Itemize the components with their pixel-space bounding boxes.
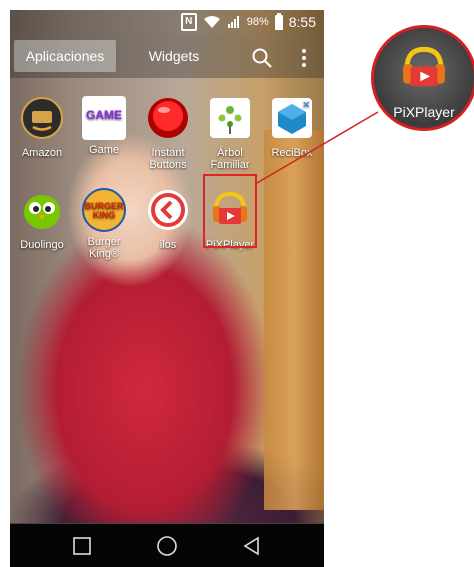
callout-label: PiXPlayer [393,104,455,120]
pixplayer-zoom-callout: PiXPlayer [371,25,474,131]
pixplayer-icon [403,46,445,87]
